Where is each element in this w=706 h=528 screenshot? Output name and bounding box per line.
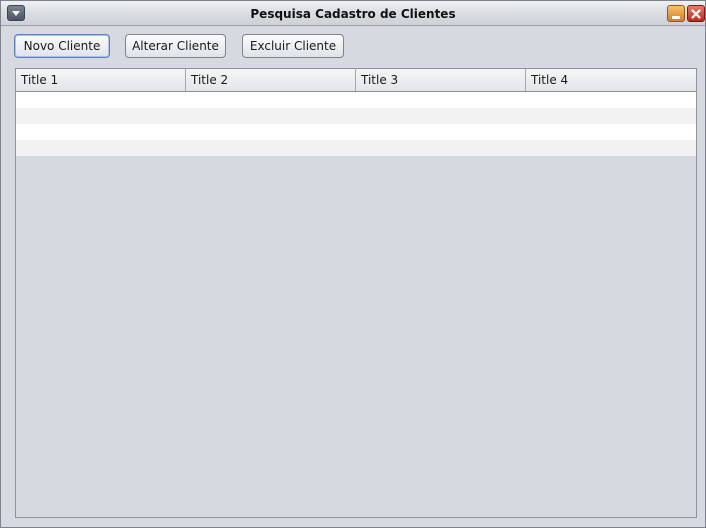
column-header-3[interactable]: Title 3 <box>356 69 526 91</box>
new-client-button[interactable]: Novo Cliente <box>14 34 110 58</box>
table-row[interactable] <box>16 124 696 140</box>
column-header-4[interactable]: Title 4 <box>526 69 696 91</box>
title-bar[interactable]: Pesquisa Cadastro de Clientes <box>1 1 705 26</box>
edit-client-button[interactable]: Alterar Cliente <box>125 34 226 58</box>
column-header-2[interactable]: Title 2 <box>186 69 356 91</box>
table-row[interactable] <box>16 92 696 108</box>
table-row[interactable] <box>16 140 696 156</box>
table-header: Title 1 Title 2 Title 3 Title 4 <box>16 69 696 92</box>
clients-table[interactable]: Title 1 Title 2 Title 3 Title 4 <box>15 68 697 518</box>
close-icon <box>691 9 701 19</box>
app-window: Pesquisa Cadastro de Clientes Novo Clien… <box>0 0 706 528</box>
minimize-button[interactable] <box>667 5 685 22</box>
table-row[interactable] <box>16 108 696 124</box>
delete-client-button[interactable]: Excluir Cliente <box>242 34 344 58</box>
column-header-1[interactable]: Title 1 <box>16 69 186 91</box>
close-button[interactable] <box>687 5 705 22</box>
window-title: Pesquisa Cadastro de Clientes <box>250 7 456 21</box>
table-body <box>16 92 696 156</box>
